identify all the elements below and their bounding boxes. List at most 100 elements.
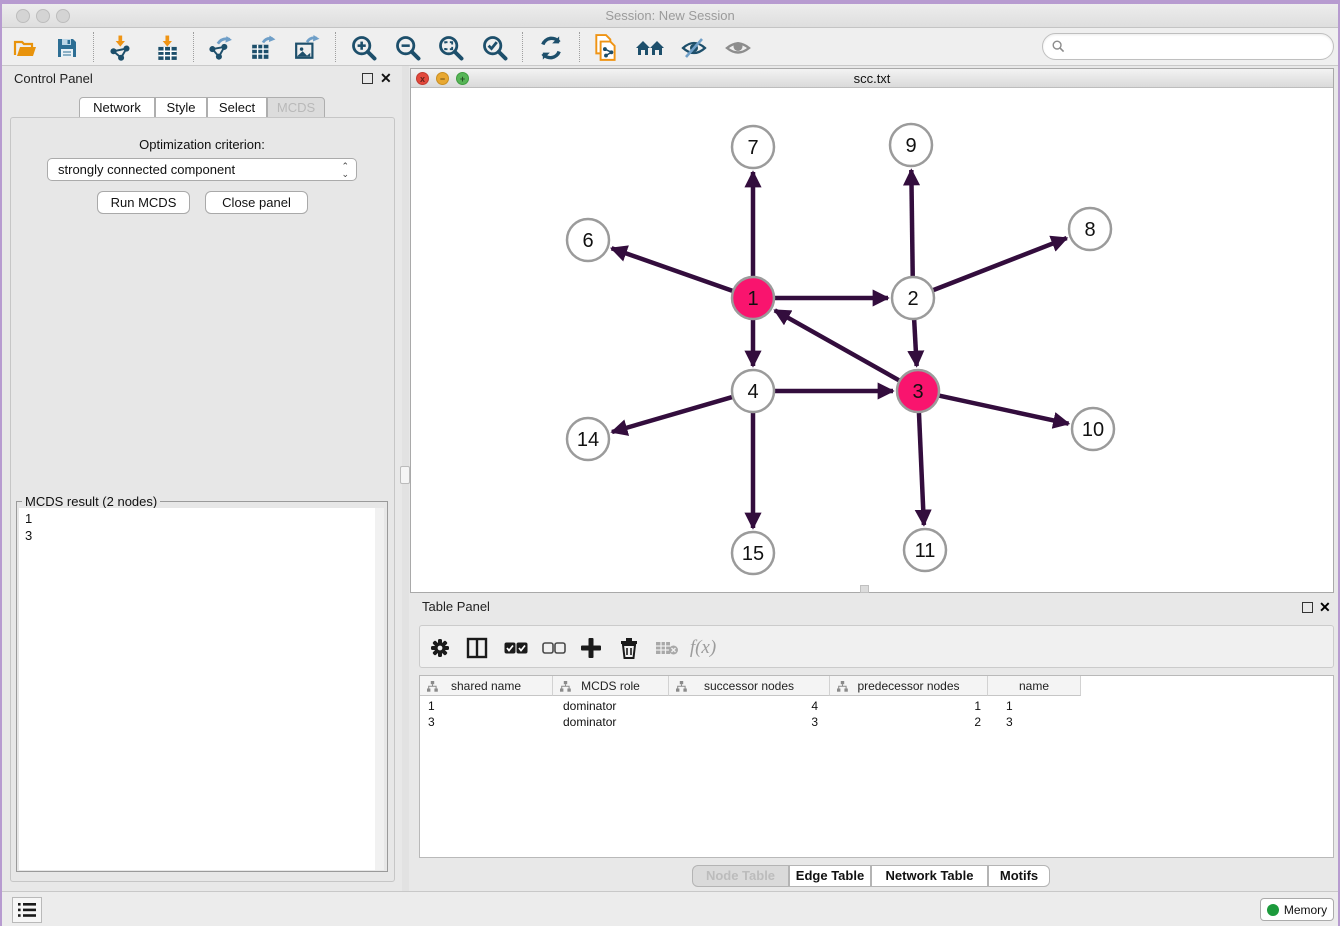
column-header-successor-nodes[interactable]: successor nodes <box>669 676 830 696</box>
table-cell[interactable]: 1 <box>830 698 981 714</box>
save-session-icon[interactable] <box>52 34 82 61</box>
import-table-icon[interactable] <box>152 34 182 61</box>
tab-edge-table[interactable]: Edge Table <box>789 865 871 887</box>
zoom-fit-icon[interactable] <box>436 34 466 61</box>
column-header-mcds-role[interactable]: MCDS role <box>553 676 669 696</box>
table-cell[interactable]: 1 <box>1006 698 1076 714</box>
first-neighbors-icon[interactable] <box>635 34 665 61</box>
function-builder-icon: f(x) <box>688 634 718 662</box>
control-panel-title: Control Panel <box>14 71 93 86</box>
export-table-icon[interactable] <box>248 34 278 61</box>
graph-edge-2-3[interactable] <box>914 317 917 366</box>
memory-button[interactable]: Memory <box>1260 898 1334 921</box>
control-panel-float-icon[interactable] <box>362 73 373 84</box>
toolbar-separator <box>579 32 580 62</box>
deselect-all-checkboxes-icon[interactable] <box>539 634 569 662</box>
graph-node-label: 1 <box>747 288 758 310</box>
tab-network[interactable]: Network <box>79 97 155 118</box>
maximize-window-button[interactable] <box>56 9 70 23</box>
network-canvas[interactable]: 7968124314101511 <box>411 88 1333 592</box>
tab-style[interactable]: Style <box>155 97 207 118</box>
apply-layout-icon[interactable] <box>536 34 566 61</box>
split-view-icon[interactable] <box>462 634 492 662</box>
main-titlebar[interactable]: Session: New Session <box>2 4 1338 28</box>
show-all-icon[interactable] <box>723 34 753 61</box>
graph-node-label: 3 <box>912 381 923 403</box>
search-input[interactable] <box>1070 39 1333 54</box>
column-namespace-icon <box>676 681 687 692</box>
delete-table-icon <box>652 634 682 662</box>
column-header-name[interactable]: name <box>988 676 1081 696</box>
result-scrollbar[interactable] <box>375 508 384 870</box>
hide-selected-icon[interactable] <box>679 34 709 61</box>
vertical-splitter-handle[interactable] <box>400 466 410 484</box>
column-header-shared-name[interactable]: shared name <box>420 676 553 696</box>
graph-edge-2-8[interactable] <box>931 238 1067 291</box>
open-file-icon[interactable] <box>10 34 40 61</box>
zoom-out-icon[interactable] <box>393 34 423 61</box>
select-stepper-icon: ⌃⌄ <box>341 162 349 178</box>
clone-network-icon[interactable] <box>591 34 621 61</box>
graph-node-label: 8 <box>1084 219 1095 241</box>
add-column-icon[interactable] <box>576 634 606 662</box>
network-view-window: x − + scc.txt 7968124314101511 <box>410 68 1334 593</box>
table-cell[interactable]: 4 <box>669 698 818 714</box>
zoom-selected-icon[interactable] <box>480 34 510 61</box>
network-window-titlebar[interactable]: x − + scc.txt <box>411 69 1333 88</box>
horizontal-splitter-handle[interactable] <box>860 585 869 593</box>
table-panel-close-icon[interactable]: ✕ <box>1319 599 1331 616</box>
table-cell[interactable]: 3 <box>1006 714 1076 730</box>
close-panel-button[interactable]: Close panel <box>205 191 308 214</box>
search-field[interactable] <box>1042 33 1334 60</box>
tab-network-table[interactable]: Network Table <box>871 865 988 887</box>
export-network-icon[interactable] <box>205 34 235 61</box>
mcds-result-text[interactable]: 1 3 <box>19 508 377 870</box>
optimization-criterion-label: Optimization criterion: <box>2 137 402 152</box>
table-cell[interactable]: dominator <box>563 698 663 714</box>
tab-select[interactable]: Select <box>207 97 267 118</box>
mcds-result-groupbox: MCDS result (2 nodes) 1 3 <box>16 501 388 872</box>
application-window: Session: New Session <box>0 0 1340 926</box>
network-graph[interactable]: 7968124314101511 <box>411 88 1333 592</box>
export-image-icon[interactable] <box>292 34 322 61</box>
node-table[interactable]: shared name MCDS role successor nodes pr… <box>419 675 1334 858</box>
table-panel-float-icon[interactable] <box>1302 602 1313 613</box>
graph-edge-4-14[interactable] <box>612 396 735 432</box>
graph-node-label: 11 <box>915 540 936 562</box>
graph-edge-1-6[interactable] <box>612 248 735 291</box>
table-toolbar: f(x) <box>419 625 1334 668</box>
table-cell[interactable]: 3 <box>669 714 818 730</box>
import-network-icon[interactable] <box>105 34 135 61</box>
toolbar-separator <box>522 32 523 62</box>
memory-status-icon <box>1267 904 1279 916</box>
tab-node-table[interactable]: Node Table <box>692 865 789 887</box>
control-panel-close-icon[interactable]: ✕ <box>380 70 392 87</box>
close-window-button[interactable] <box>16 9 30 23</box>
graph-edge-3-11[interactable] <box>919 410 924 525</box>
table-cell[interactable]: 2 <box>830 714 981 730</box>
run-mcds-button[interactable]: Run MCDS <box>97 191 190 214</box>
delete-column-icon[interactable] <box>614 634 644 662</box>
tab-motifs[interactable]: Motifs <box>988 865 1050 887</box>
network-maximize-icon[interactable]: + <box>456 72 469 85</box>
network-close-icon[interactable]: x <box>416 72 429 85</box>
table-cell[interactable]: 3 <box>428 714 548 730</box>
graph-edge-3-10[interactable] <box>937 395 1069 424</box>
minimize-window-button[interactable] <box>36 9 50 23</box>
select-all-checkboxes-icon[interactable] <box>501 634 531 662</box>
zoom-in-icon[interactable] <box>349 34 379 61</box>
column-namespace-icon <box>837 681 848 692</box>
network-minimize-icon[interactable]: − <box>436 72 449 85</box>
graph-edge-2-9[interactable] <box>911 170 912 279</box>
tab-mcds[interactable]: MCDS <box>267 97 325 118</box>
graph-node-label: 4 <box>747 381 758 403</box>
column-header-predecessor-nodes[interactable]: predecessor nodes <box>830 676 988 696</box>
optimization-criterion-select[interactable]: strongly connected component ⌃⌄ <box>47 158 357 181</box>
table-settings-icon[interactable] <box>425 634 455 662</box>
task-history-button[interactable] <box>12 897 42 923</box>
graph-edge-3-1[interactable] <box>775 310 902 381</box>
table-cell[interactable]: 1 <box>428 698 548 714</box>
graph-node-label: 15 <box>742 543 764 565</box>
graph-node-label: 14 <box>577 429 599 451</box>
table-cell[interactable]: dominator <box>563 714 663 730</box>
